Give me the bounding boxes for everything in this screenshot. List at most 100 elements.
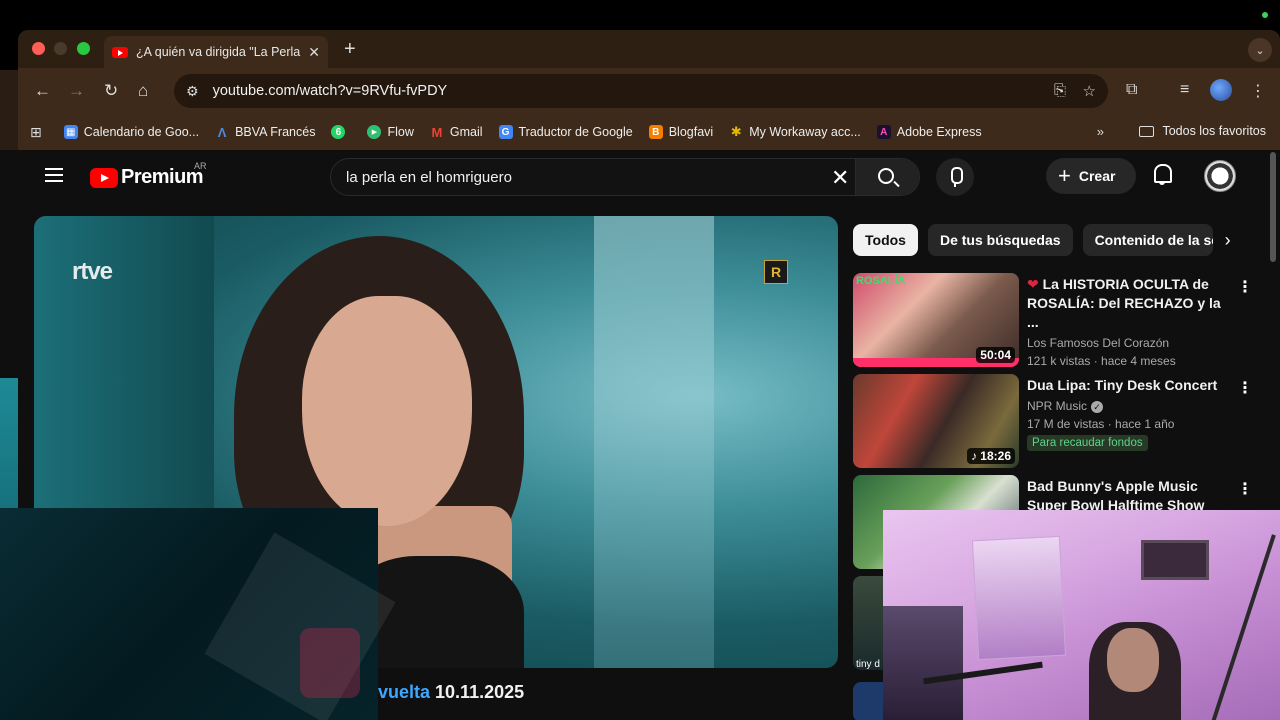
- close-window-button[interactable]: [32, 42, 45, 55]
- home-icon[interactable]: ⌂: [138, 81, 148, 101]
- create-button[interactable]: + Crear: [1046, 158, 1136, 194]
- recommendation-info: Dua Lipa: Tiny Desk Concert NPR Music ✓ 1…: [1027, 376, 1227, 451]
- back-arrow-icon[interactable]: ←: [34, 81, 51, 101]
- browser-toolbar: ← → ↻ ⌂ ⚙ youtube.com/watch?v=9RVfu-fvPD…: [18, 68, 1280, 114]
- thumbnail-text: tiny d: [856, 659, 880, 670]
- apps-grid-icon[interactable]: ⊞: [30, 124, 42, 141]
- bookmark-item[interactable]: Λ BBVA Francés: [215, 125, 316, 140]
- video-title-hashtag[interactable]: vuelta: [378, 682, 430, 702]
- page-scrollbar[interactable]: [1270, 152, 1276, 262]
- bookmarks-bar: ⊞ ▦ Calendario de Goo... Λ BBVA Francés 6 …: [18, 114, 1280, 150]
- logo-wordmark: Premium: [121, 166, 204, 188]
- bookmark-item[interactable]: 6: [331, 125, 351, 139]
- chips-next-chevron-icon[interactable]: ›: [1225, 230, 1231, 251]
- clear-search-icon[interactable]: ✕: [831, 165, 849, 191]
- chip-todos[interactable]: Todos: [853, 224, 918, 256]
- chip-contenido-serie[interactable]: Contenido de la ser: [1082, 224, 1213, 256]
- fullscreen-window-button[interactable]: [77, 42, 90, 55]
- background-window-edge: [0, 70, 18, 150]
- reload-icon[interactable]: ↻: [104, 81, 118, 101]
- notifications-bell-icon[interactable]: [1153, 164, 1172, 185]
- bookmark-label: Calendario de Goo...: [83, 125, 200, 139]
- video-title-text: 10.11.2025: [430, 682, 525, 702]
- browser-window: ¿A quién va dirigida "La Perla ✕ + ⌄ ← →…: [18, 30, 1280, 150]
- menu-hamburger-icon[interactable]: [45, 168, 63, 182]
- tab-bar: ¿A quién va dirigida "La Perla ✕ + ⌄: [18, 30, 1280, 68]
- search-box[interactable]: la perla en el homriguero ✕: [330, 158, 920, 196]
- youtube-favicon-icon: [112, 46, 128, 58]
- youtube-premium-logo[interactable]: Premium AR: [90, 161, 207, 189]
- recommendation-title[interactable]: ❤ La HISTORIA OCULTA de ROSALÍA: Del REC…: [1027, 275, 1227, 332]
- adobe-express-icon: A: [876, 125, 891, 139]
- voice-search-mic-icon[interactable]: [936, 158, 974, 196]
- create-label: Crear: [1078, 168, 1116, 184]
- verified-check-icon: ✓: [1091, 400, 1104, 413]
- recommendation-info: ❤ La HISTORIA OCULTA de ROSALÍA: Del REC…: [1027, 275, 1227, 368]
- channel-name[interactable]: NPR Music ✓: [1027, 399, 1227, 413]
- more-bookmarks-chevron-icon[interactable]: »: [1097, 124, 1104, 139]
- search-input[interactable]: la perla en el homriguero: [346, 169, 512, 186]
- install-app-icon[interactable]: ⎘: [1054, 82, 1066, 99]
- more-actions-kebab-icon[interactable]: ⋮: [1237, 277, 1253, 297]
- gmail-icon: M: [431, 124, 443, 140]
- bookmark-item[interactable]: ✱ My Workaway acc...: [729, 124, 861, 139]
- address-bar[interactable]: ⚙ youtube.com/watch?v=9RVfu-fvPDY ⎘ ☆: [174, 74, 1108, 108]
- recommendation-title-text: La HISTORIA OCULTA de ROSALÍA: Del RECHA…: [1027, 276, 1221, 330]
- webcam-overlay: [883, 510, 1280, 720]
- youtube-header: Premium AR la perla en el homriguero ✕ +…: [18, 150, 1280, 206]
- bookmark-item[interactable]: ▶ Flow: [367, 125, 414, 139]
- recommendation-item[interactable]: ♪ 18:26 Dua Lipa: Tiny Desk Concert NPR …: [853, 374, 1263, 468]
- bookmark-label: Flow: [387, 125, 414, 139]
- bookmark-label: My Workaway acc...: [749, 125, 861, 139]
- video-title: vuelta 10.11.2025: [378, 682, 524, 703]
- macos-menu-strip: [0, 0, 1280, 30]
- country-code: AR: [194, 161, 207, 171]
- all-bookmarks-folder[interactable]: Todos los favoritos: [1139, 124, 1266, 138]
- search-button[interactable]: [855, 159, 919, 195]
- channel-corner-badge: R: [764, 260, 788, 284]
- chip-de-tus-busquedas[interactable]: De tus búsquedas: [927, 224, 1073, 256]
- thumbnail-text: ROSALÍA: [856, 275, 906, 287]
- overlay-video-window: [0, 508, 396, 720]
- webcam-wall-art: [971, 535, 1067, 661]
- webcam-person-head: [1107, 628, 1159, 692]
- address-url[interactable]: youtube.com/watch?v=9RVfu-fvPDY: [213, 83, 448, 99]
- bookmark-label: Gmail: [449, 125, 483, 139]
- bookmark-item[interactable]: ▦ Calendario de Goo...: [63, 125, 200, 139]
- whatsapp-icon: 6: [331, 125, 346, 139]
- bookmark-label: BBVA Francés: [235, 125, 316, 139]
- extensions-icon[interactable]: ⧉: [1126, 81, 1137, 99]
- tab-title: ¿A quién va dirigida "La Perla: [136, 45, 301, 59]
- related-filter-chips: Todos De tus búsquedas Contenido de la s…: [853, 224, 1231, 256]
- fundraiser-badge: Para recaudar fondos: [1027, 435, 1148, 451]
- bookmark-item[interactable]: B Blogfavi: [648, 125, 713, 139]
- folder-icon: [1139, 125, 1155, 137]
- new-tab-button[interactable]: +: [344, 38, 356, 61]
- heart-emoji-icon: ❤: [1027, 276, 1039, 292]
- video-thumbnail[interactable]: ROSALÍA 50:04: [853, 273, 1019, 367]
- recommendation-title[interactable]: Dua Lipa: Tiny Desk Concert: [1027, 376, 1227, 395]
- account-avatar[interactable]: [1204, 160, 1236, 192]
- bookmark-item[interactable]: G Traductor de Google: [498, 125, 633, 139]
- channel-name[interactable]: Los Famosos Del Corazón: [1027, 336, 1227, 350]
- bookmark-item[interactable]: M Gmail: [430, 124, 483, 140]
- bookmark-item[interactable]: A Adobe Express: [876, 125, 982, 139]
- recommendation-item[interactable]: ROSALÍA 50:04 ❤ La HISTORIA OCULTA de RO…: [853, 273, 1263, 368]
- tab-search-button[interactable]: ⌄: [1248, 38, 1272, 62]
- bookmark-label: Traductor de Google: [518, 125, 633, 139]
- bookmark-star-icon[interactable]: ☆: [1083, 82, 1096, 100]
- tab-close-icon[interactable]: ✕: [308, 44, 320, 61]
- site-settings-icon[interactable]: ⚙: [186, 83, 199, 100]
- chrome-menu-icon[interactable]: ⋮: [1250, 81, 1266, 101]
- more-actions-kebab-icon[interactable]: ⋮: [1237, 378, 1253, 398]
- media-control-icon[interactable]: ≡: [1180, 81, 1189, 99]
- browser-tab-active[interactable]: ¿A quién va dirigida "La Perla ✕: [104, 36, 328, 68]
- calendar-icon: ▦: [63, 125, 78, 139]
- video-thumbnail[interactable]: ♪ 18:26: [853, 374, 1019, 468]
- forward-arrow-icon[interactable]: →: [68, 81, 85, 101]
- workaway-icon: ✱: [730, 124, 742, 139]
- more-actions-kebab-icon[interactable]: ⋮: [1237, 479, 1253, 499]
- set-window: [594, 216, 714, 668]
- profile-avatar-icon[interactable]: [1210, 79, 1232, 101]
- minimize-window-button[interactable]: [54, 42, 67, 55]
